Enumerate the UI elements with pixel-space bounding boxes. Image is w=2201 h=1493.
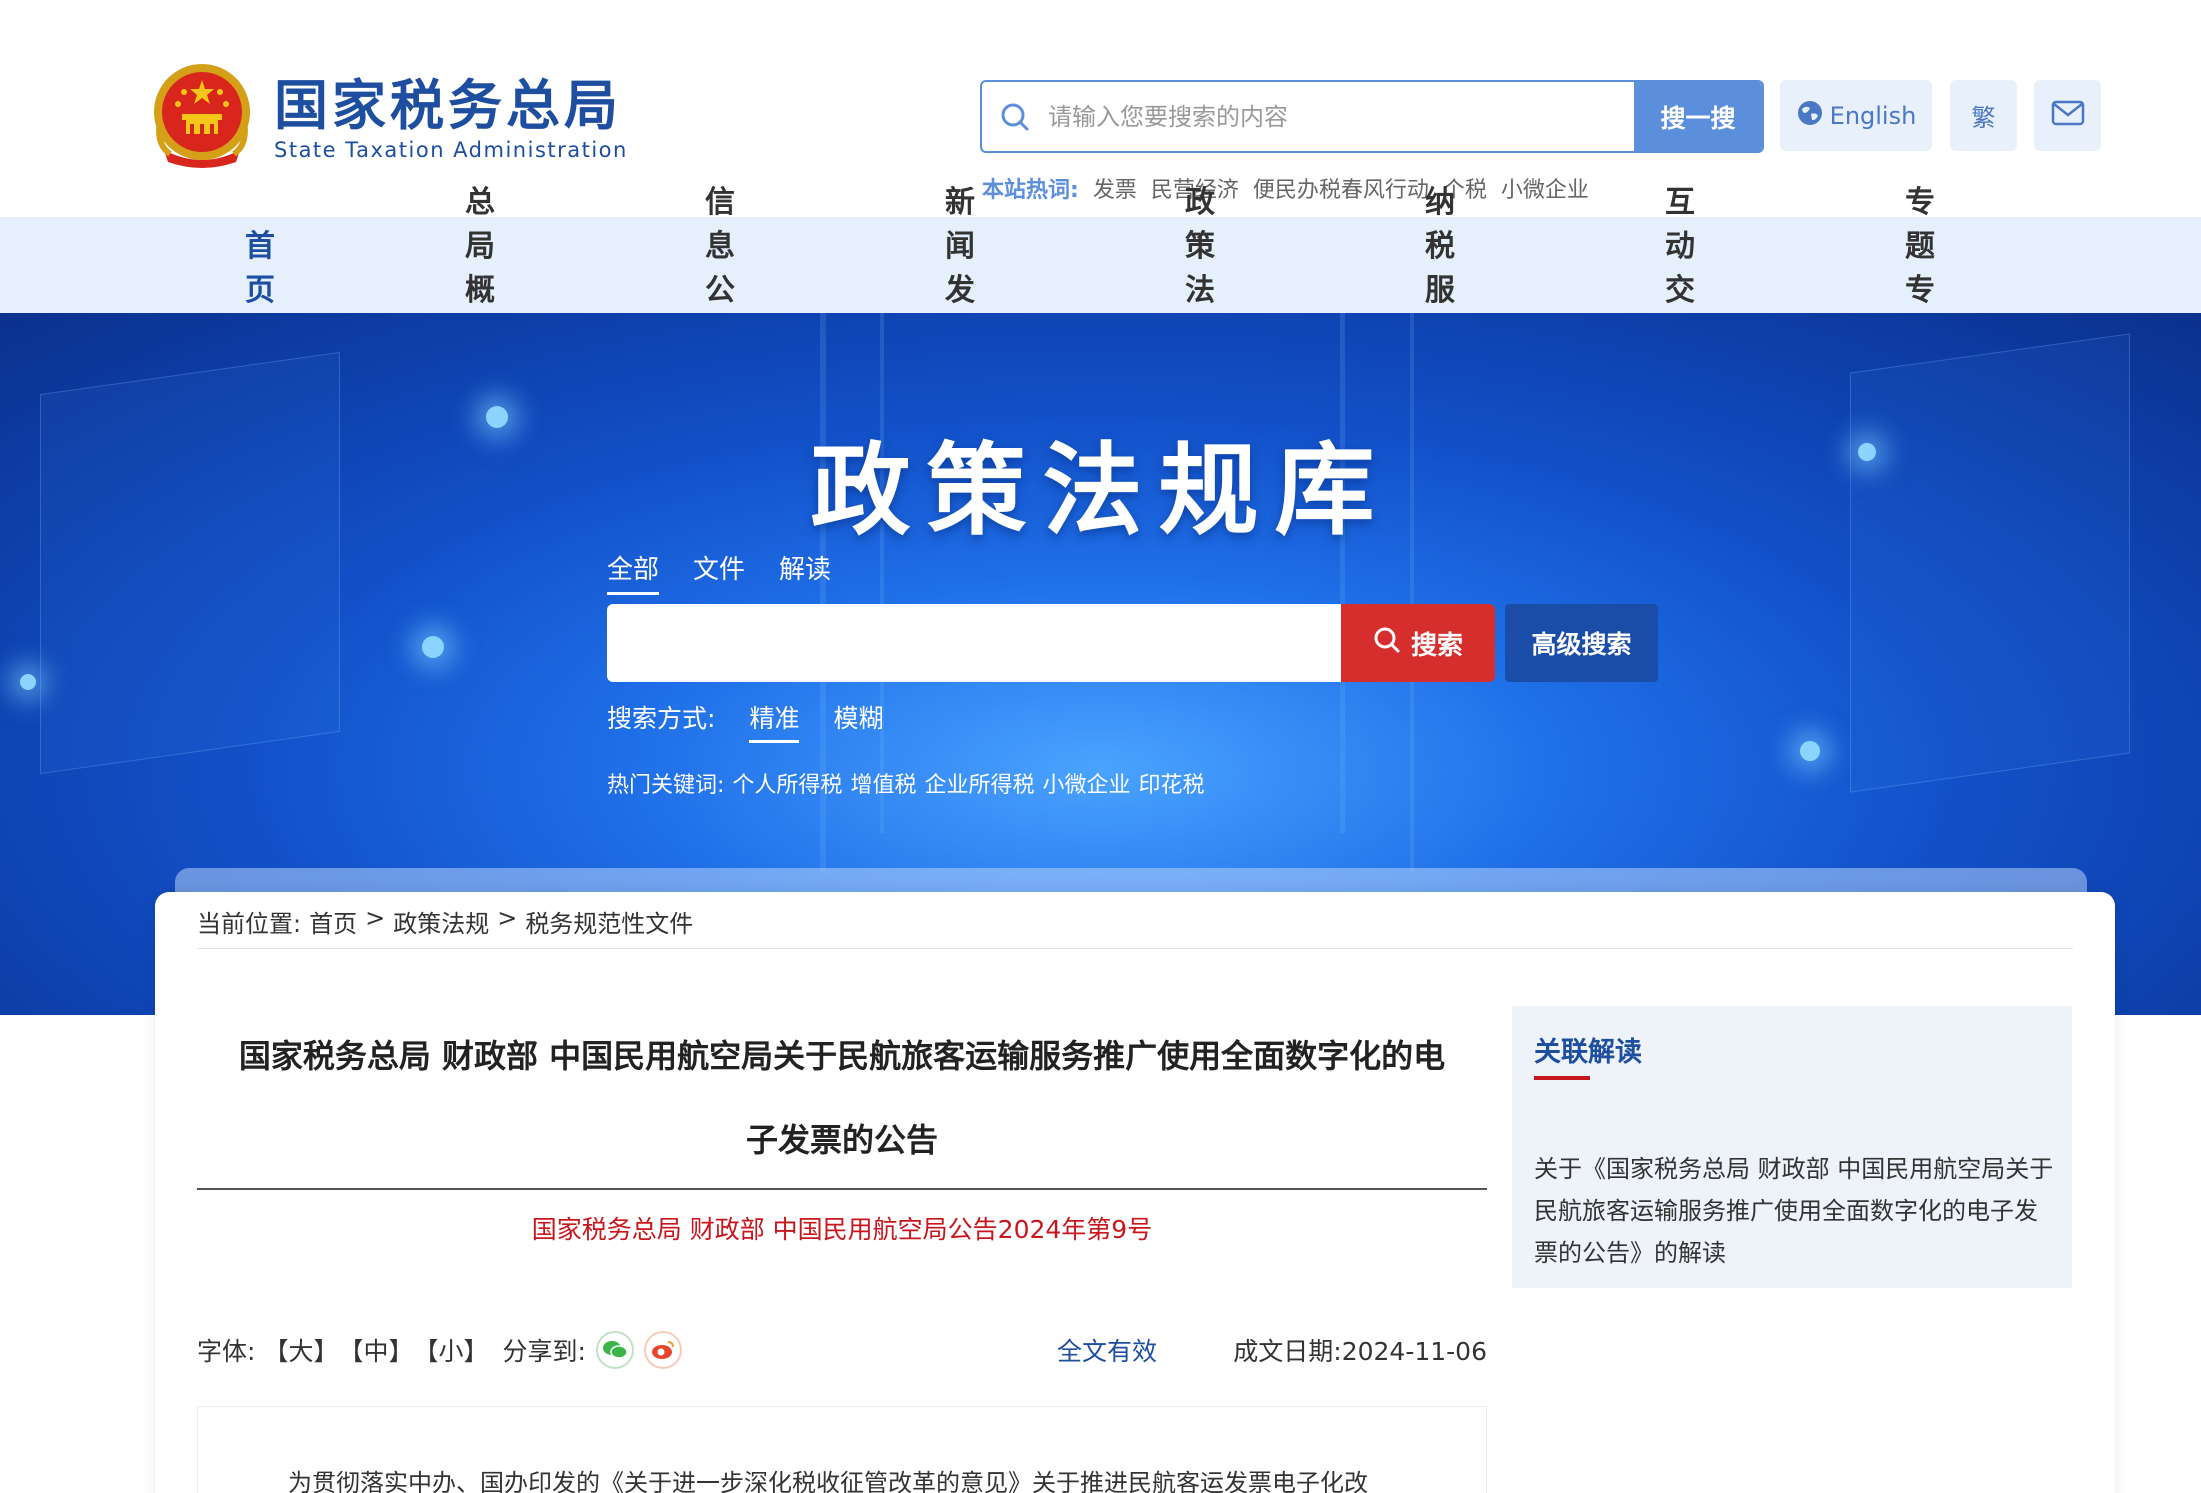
site-search-input[interactable] [1048, 82, 1634, 151]
policy-search-input[interactable] [607, 604, 1341, 682]
tab-all[interactable]: 全部 [607, 549, 660, 595]
tab-files[interactable]: 文件 [693, 549, 745, 595]
hot-keyword-link[interactable]: 增值税 [850, 767, 916, 799]
english-version-button[interactable]: English [1780, 80, 1932, 151]
hot-keyword-link[interactable]: 印花税 [1138, 767, 1204, 799]
article-paragraph: 为贯彻落实中办、国办印发的《关于进一步深化税收征管改革的意见》关于推进民航客运发… [288, 1469, 1368, 1493]
divider [197, 1188, 1487, 1190]
search-mode: 搜索方式: 精准 模糊 [607, 699, 883, 743]
article-title: 国家税务总局 财政部 中国民用航空局关于民航旅客运输服务推广使用全面数字化的电 … [197, 1014, 1487, 1182]
banner-tabs: 全部 文件 解读 [607, 549, 831, 595]
search-icon [1373, 626, 1401, 661]
search-mode-exact[interactable]: 精准 [749, 699, 800, 743]
breadcrumb: 当前位置: 首页 > 政策法规 > 税务规范性文件 [197, 904, 693, 939]
mail-button[interactable] [2034, 80, 2101, 151]
validity-status[interactable]: 全文有效 [1057, 1332, 1157, 1368]
font-size-label: 字体: [197, 1337, 256, 1366]
banner-title: 政策法规库 [810, 431, 1391, 549]
heading-underline [1534, 1076, 1590, 1080]
hot-keyword-link[interactable]: 企业所得税 [924, 767, 1034, 799]
font-size-small[interactable]: 【小】 [413, 1332, 488, 1368]
breadcrumb-separator: > [497, 904, 518, 932]
date-value: 2024-11-06 [1341, 1337, 1487, 1366]
font-size-medium[interactable]: 【中】 [338, 1332, 413, 1368]
related-heading: 关联解读 [1534, 1037, 1642, 1068]
hot-keyword-link[interactable]: 小微企业 [1042, 767, 1130, 799]
banner-decoration [880, 313, 884, 833]
site-search-bar: 搜一搜 [980, 80, 1764, 153]
article-title-line: 国家税务总局 财政部 中国民用航空局关于民航旅客运输服务推广使用全面数字化的电 [238, 1037, 1446, 1075]
weibo-share-icon[interactable] [643, 1331, 682, 1369]
hot-keyword-link[interactable]: 个人所得税 [732, 767, 842, 799]
article-title-line: 子发票的公告 [745, 1121, 938, 1159]
site-search-button[interactable]: 搜一搜 [1634, 82, 1762, 151]
wechat-share-icon[interactable] [595, 1331, 634, 1369]
document-number: 国家税务总局 财政部 中国民用航空局公告2024年第9号 [531, 1215, 1153, 1244]
related-interpretation-panel: 关联解读 关于《国家税务总局 财政部 中国民用航空局关于民航旅客运输服务推广使用… [1512, 1006, 2072, 1288]
breadcrumb-home[interactable]: 首页 [309, 904, 357, 939]
breadcrumb-policy[interactable]: 政策法规 [393, 904, 489, 939]
article-body: 为贯彻落实中办、国办印发的《关于进一步深化税收征管改革的意见》关于推进民航客运发… [197, 1406, 1487, 1493]
breadcrumb-label: 当前位置: [197, 910, 302, 938]
policy-search-label: 搜索 [1410, 630, 1463, 661]
banner-decoration [422, 636, 444, 658]
banner-decoration [1410, 313, 1414, 873]
banner-decoration [1340, 313, 1345, 833]
policy-search-bar: 搜索 高级搜索 [607, 604, 1658, 682]
breadcrumb-current[interactable]: 税务规范性文件 [525, 904, 693, 939]
share-label: 分享到: [502, 1337, 586, 1366]
site-logo[interactable]: 国家税务总局 State Taxation Administration [150, 62, 628, 174]
nav-item-home[interactable]: 首页 [150, 221, 370, 309]
divider [197, 948, 2073, 949]
date-label: 成文日期: [1233, 1337, 1342, 1366]
banner-decoration [1800, 741, 1820, 761]
hot-keywords: 热门关键词: 个人所得税 增值税 企业所得税 小微企业 印花税 [607, 767, 1205, 799]
related-interpretation-link[interactable]: 关于《国家税务总局 财政部 中国民用航空局关于民航旅客运输服务推广使用全面数字化… [1534, 1148, 2054, 1274]
logo-title-cn: 国家税务总局 [274, 73, 622, 137]
traditional-label: 繁 [1971, 104, 1996, 132]
search-icon [982, 82, 1048, 151]
tab-interpretation[interactable]: 解读 [779, 549, 831, 595]
banner-decoration [1850, 333, 2130, 793]
content-card: 当前位置: 首页 > 政策法规 > 税务规范性文件 国家税务总局 财政部 中国民… [155, 892, 2115, 1493]
font-size-large[interactable]: 【大】 [263, 1332, 338, 1368]
article-toolbar: 字体: 【大】 【中】 【小】 分享到: 全文有效 成文日期:2024-11-0… [197, 1330, 1487, 1370]
search-mode-label: 搜索方式: [607, 704, 716, 733]
advanced-search-button[interactable]: 高级搜索 [1505, 604, 1658, 682]
traditional-chinese-button[interactable]: 繁 [1950, 80, 2017, 151]
globe-icon [1796, 99, 1824, 133]
document-date: 成文日期:2024-11-06 [1233, 1332, 1487, 1368]
breadcrumb-separator: > [365, 904, 386, 932]
logo-title-en: State Taxation Administration [274, 138, 628, 162]
policy-search-button[interactable]: 搜索 [1341, 604, 1495, 682]
mail-icon [2051, 100, 2085, 132]
banner-decoration [20, 674, 36, 690]
search-mode-fuzzy[interactable]: 模糊 [833, 699, 883, 743]
hot-keywords-label: 热门关键词: [607, 773, 725, 798]
national-emblem-icon [150, 62, 254, 174]
main-navigation: 首页 总局概况 信息公开 新闻发布 政策法规 纳税服务 互动交流 专题专栏 [0, 185, 2201, 352]
english-label: English [1829, 101, 1917, 130]
